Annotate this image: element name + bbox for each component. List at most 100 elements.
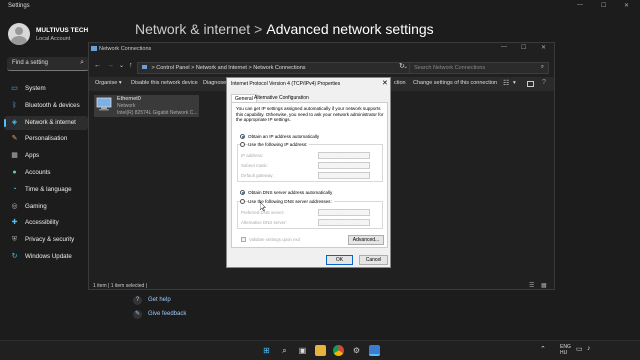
sidebar-item-system[interactable]: ▭ System [4, 82, 88, 96]
preview-pane-icon[interactable] [527, 81, 534, 87]
sidebar-item-gaming[interactable]: ◎ Gaming [4, 200, 88, 214]
subnet-mask-field[interactable]: . . . [318, 162, 370, 169]
validate-settings-checkbox[interactable] [241, 237, 246, 242]
globe-clock-icon: ◔ [12, 185, 17, 193]
network-connections-taskbar-icon[interactable] [369, 345, 380, 356]
ethernet-adapter-item[interactable]: Ethernet0 Network Intel(R) 82574L Gigabi… [94, 95, 199, 117]
connection-button[interactable]: ction [394, 80, 406, 86]
nc-maximize-icon[interactable]: ☐ [521, 44, 526, 51]
sidebar-item-label: Accounts [25, 169, 51, 176]
obtain-ip-auto-label[interactable]: Obtain an IP address automatically [248, 134, 319, 139]
back-arrow-icon[interactable]: ← [94, 62, 101, 69]
maximize-icon[interactable]: ☐ [601, 2, 606, 9]
shield-icon: ⛨ [11, 236, 18, 244]
region-code: HU [560, 350, 568, 356]
help-question-icon[interactable]: ? [542, 79, 546, 86]
give-feedback-link[interactable]: Give feedback [148, 311, 186, 317]
dialog-close-icon[interactable]: ✕ [382, 79, 388, 87]
advanced-button[interactable]: Advanced... [348, 235, 384, 245]
address-control-panel[interactable]: Control Panel [156, 65, 189, 71]
start-windows-icon[interactable]: ⊞ [261, 345, 272, 356]
refresh-icon[interactable]: ↻ [399, 62, 405, 70]
ok-button[interactable]: OK [326, 255, 353, 265]
tray-chevron-icon[interactable]: ⌃ [540, 345, 546, 353]
control-panel-icon [142, 65, 147, 69]
sidebar-item-network-internet[interactable]: ◈ Network & internet [4, 115, 88, 130]
sidebar-item-label: Accessibility [25, 219, 59, 227]
task-view-icon[interactable]: ▣ [297, 345, 308, 356]
network-folder-icon [91, 46, 97, 51]
feedback-icon: ✎ [133, 310, 142, 319]
get-help-link[interactable]: Get help [148, 297, 171, 303]
address-network-connections[interactable]: Network Connections [253, 65, 305, 71]
diagnose-button[interactable]: Diagnose [203, 80, 226, 86]
sidebar-item-label: Privacy & security [25, 236, 75, 244]
sidebar-item-accounts[interactable]: ● Accounts [4, 166, 88, 180]
nc-close-icon[interactable]: ✕ [541, 44, 546, 51]
sidebar-item-windows-update[interactable]: ↻ Windows Update [4, 250, 88, 264]
breadcrumb-parent[interactable]: Network & internet [135, 21, 250, 37]
up-arrow-icon[interactable]: ↑ [129, 62, 133, 69]
apps-icon: ▦ [11, 152, 18, 160]
settings-gear-icon[interactable]: ⚙ [351, 345, 362, 356]
sidebar-item-privacy-security[interactable]: ⛨ Privacy & security [4, 233, 88, 247]
close-icon[interactable]: ✕ [624, 2, 629, 9]
cancel-button[interactable]: Cancel [359, 255, 388, 265]
address-sep-2: > [191, 65, 195, 71]
language-indicator[interactable]: ENG HU [560, 344, 571, 356]
avatar[interactable] [8, 23, 30, 45]
validate-settings-label[interactable]: Validate settings upon exit [249, 237, 300, 242]
sidebar-item-time-language[interactable]: ◔ Time & language [4, 183, 88, 197]
address-bar[interactable]: > Control Panel > Network and Internet >… [137, 62, 413, 74]
use-following-ip-label[interactable]: Use the following IP address: [248, 142, 310, 147]
obtain-ip-auto-radio[interactable] [240, 134, 245, 139]
minimize-icon[interactable]: — [577, 2, 583, 8]
alternative-dns-field[interactable]: . . . [318, 219, 370, 226]
nc-search-input[interactable]: Search Network Connections ⌕ [409, 62, 549, 74]
use-following-ip-radio[interactable] [240, 142, 245, 147]
details-view-icon[interactable]: ☰ [529, 282, 534, 289]
forward-arrow-icon[interactable]: → [107, 62, 114, 69]
chrome-icon[interactable] [333, 345, 344, 356]
ip-address-field[interactable]: . . . [318, 152, 370, 159]
update-icon: ↻ [11, 253, 18, 260]
use-following-dns-radio[interactable] [240, 199, 245, 204]
taskbar: ⊞ ⌕ ▣ ⚙ ⌃ ENG HU ▭ ♪ [0, 340, 640, 360]
obtain-dns-auto-radio[interactable] [240, 190, 245, 195]
ethernet-adapter-icon [96, 97, 112, 111]
gamepad-icon: ◎ [11, 202, 18, 210]
sidebar-item-accessibility[interactable]: ✚ Accessibility [4, 216, 88, 230]
subnet-mask-label: Subnet mask: [241, 163, 268, 168]
address-sep-1: > [151, 65, 155, 71]
preferred-dns-field[interactable]: . . . [318, 209, 370, 216]
nc-search-placeholder: Search Network Connections [414, 65, 486, 71]
tiles-view-icon[interactable]: ▦ [541, 282, 547, 289]
search-icon: ⌕ [80, 59, 84, 66]
file-explorer-icon[interactable] [315, 345, 326, 356]
sidebar-item-label: Apps [25, 152, 40, 160]
sidebar-item-personalisation[interactable]: ✎ Personalisation [4, 132, 88, 146]
alternative-dns-label: Alternative DNS server: [241, 220, 287, 225]
help-icon: ? [133, 296, 142, 305]
breadcrumb-separator: > [254, 21, 263, 37]
change-settings-button[interactable]: Change settings of this connection [413, 80, 497, 86]
sidebar-item-apps[interactable]: ▦ Apps [4, 149, 88, 163]
search-taskbar-icon[interactable]: ⌕ [279, 345, 290, 356]
view-options-icon[interactable]: ☷ [503, 79, 509, 87]
default-gateway-field[interactable]: . . . [318, 172, 370, 179]
view-dropdown-icon[interactable]: ▾ [513, 80, 516, 86]
network-tray-icon[interactable]: ▭ [576, 345, 583, 353]
obtain-dns-auto-label[interactable]: Obtain DNS server address automatically [248, 190, 332, 195]
history-chevron-icon[interactable]: ⌄ [119, 62, 124, 69]
organise-menu[interactable]: Organise ▾ [95, 80, 122, 86]
ipv4-properties-dialog: Internet Protocol Version 4 (TCP/IPv4) P… [226, 77, 391, 268]
nc-minimize-icon[interactable]: — [501, 44, 507, 50]
default-gateway-label: Default gateway: [241, 173, 274, 178]
sidebar-item-bluetooth-devices[interactable]: ᛒ Bluetooth & devices [4, 99, 88, 113]
account-name: MULTIVUS TECH [36, 27, 89, 34]
search-input[interactable]: Find a setting ⌕ [7, 57, 89, 71]
tab-alternative-configuration[interactable]: Alternative Configuration [251, 94, 312, 102]
disable-device-button[interactable]: Disable this network device [131, 80, 198, 86]
address-network-internet[interactable]: Network and Internet [196, 65, 247, 71]
volume-tray-icon[interactable]: ♪ [587, 345, 591, 352]
